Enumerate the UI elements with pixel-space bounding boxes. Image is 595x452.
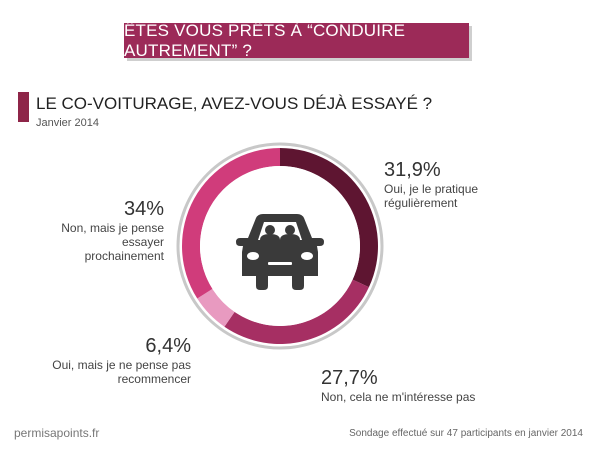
footer-source: permisapoints.fr bbox=[14, 426, 100, 440]
slice-0-percent: 31,9% bbox=[384, 159, 441, 181]
label-slice-1: 27,7% Non, cela ne m'intéresse pas bbox=[321, 366, 475, 404]
label-slice-2: 6,4% Oui, mais je ne pense pas recommenc… bbox=[40, 334, 191, 386]
slice-2-text-line-2: recommencer bbox=[117, 372, 191, 386]
slice-0-text-line-2: régulièrement bbox=[384, 196, 458, 210]
slice-2-text-line-1: Oui, mais je ne pense pas bbox=[52, 358, 191, 372]
slice-3-percent: 34% bbox=[123, 198, 164, 220]
slice-0-text-line-1: Oui, je le pratique bbox=[384, 182, 479, 196]
slice-3-text-line-2: essayer prochainement bbox=[84, 235, 164, 263]
slice-1-percent: 27,7% bbox=[321, 367, 378, 389]
label-slice-3: 34% Non, mais je pense essayer prochaine… bbox=[40, 197, 164, 263]
slice-3-text-line-1: Non, mais je pense bbox=[61, 221, 164, 235]
label-slice-0: 31,9% Oui, je le pratique régulièrement bbox=[384, 158, 478, 210]
slice-2-percent: 6,4% bbox=[145, 335, 191, 357]
slice-1-text-line-1: Non, cela ne m'intéresse pas bbox=[321, 390, 476, 404]
footer-note: Sondage effectué sur 47 participants en … bbox=[349, 428, 583, 439]
